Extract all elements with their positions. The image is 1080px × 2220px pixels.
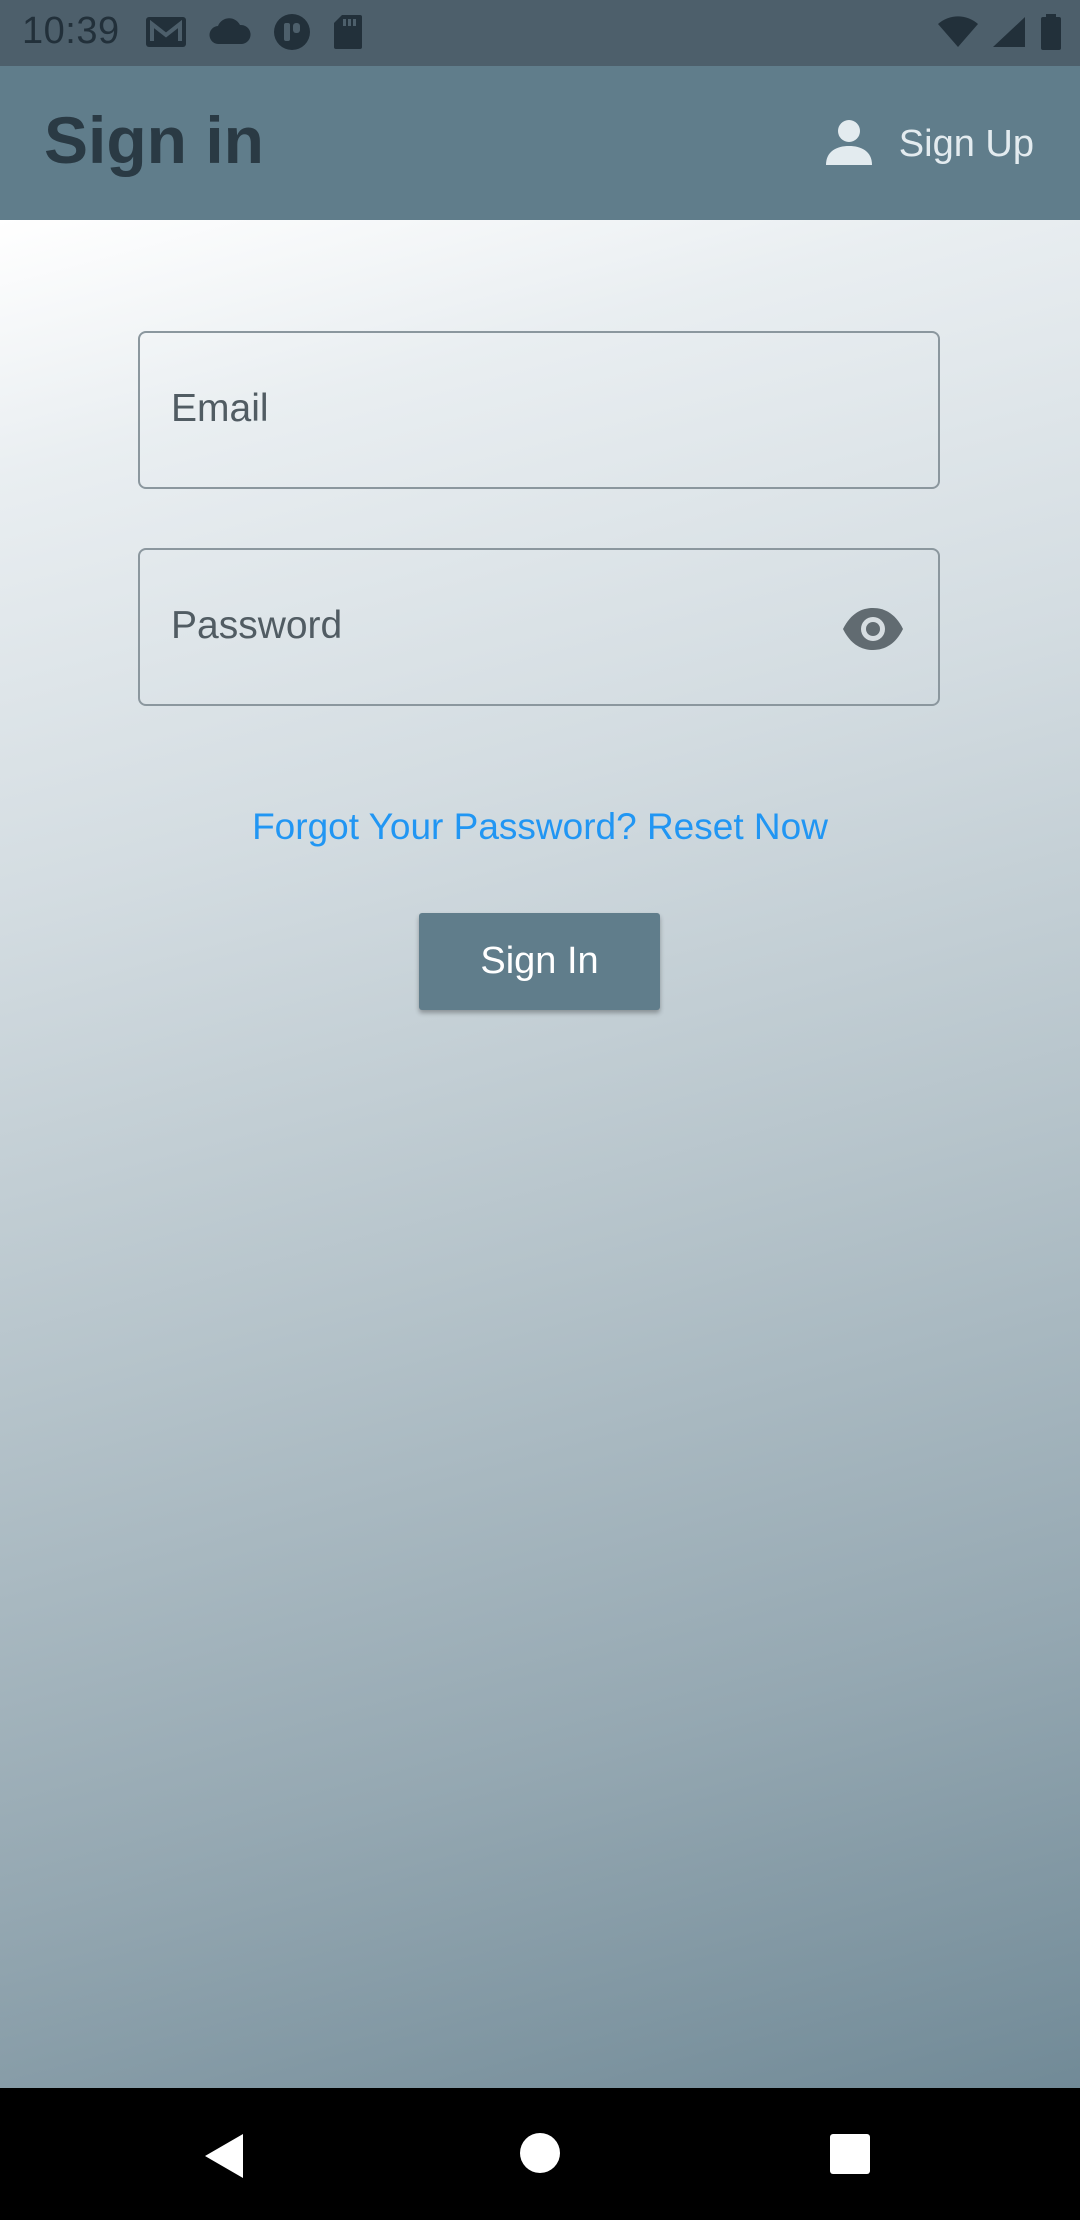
sign-up-button[interactable]: Sign Up [825, 114, 1034, 174]
back-icon[interactable] [203, 2132, 245, 2185]
sign-up-label: Sign Up [898, 122, 1034, 165]
sign-in-button[interactable]: Sign In [419, 913, 660, 1010]
password-placeholder: Password [171, 604, 343, 647]
status-time: 10:39 [22, 10, 120, 52]
password-field[interactable]: Password [138, 548, 940, 706]
email-placeholder: Email [171, 387, 269, 430]
home-icon[interactable] [519, 2132, 561, 2179]
signal-icon [992, 16, 1026, 53]
recents-icon[interactable] [829, 2133, 871, 2180]
page-title: Sign in [44, 103, 264, 177]
battery-icon [1040, 13, 1062, 55]
sign-in-screen: 10:39 Sign in Sign Up Email Password For… [0, 0, 1080, 2220]
cloud-icon [209, 17, 251, 51]
system-icons [938, 13, 1062, 55]
email-field[interactable]: Email [138, 331, 940, 489]
notification-icons [145, 13, 363, 56]
sd-card-icon [333, 14, 363, 55]
person-icon [825, 118, 873, 171]
sign-in-form: Email Password Forgot Your Password? Res… [0, 220, 1080, 2088]
gmail-icon [145, 15, 187, 54]
eye-icon[interactable] [842, 607, 904, 651]
app-status-icon [273, 13, 311, 56]
sign-in-label: Sign In [480, 940, 599, 982]
status-bar: 10:39 [0, 0, 1080, 66]
forgot-password-link[interactable]: Forgot Your Password? Reset Now [0, 806, 1080, 848]
wifi-icon [938, 15, 978, 53]
navigation-bar [0, 2088, 1080, 2220]
app-bar: Sign in Sign Up [0, 66, 1080, 220]
